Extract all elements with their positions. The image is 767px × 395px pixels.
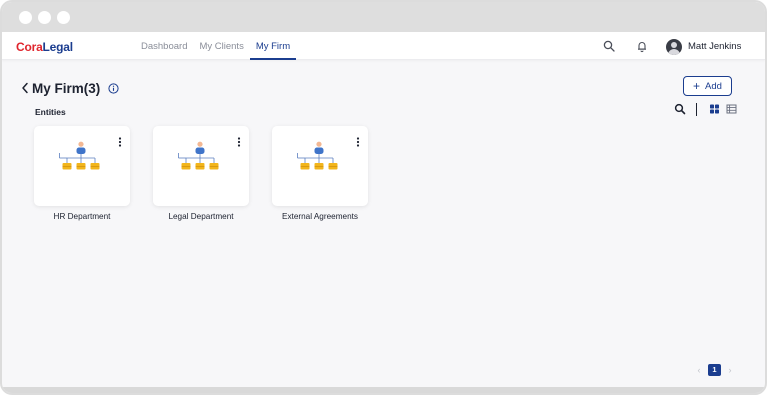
tab-dashboard[interactable]: Dashboard [135, 32, 193, 60]
grid-view-icon[interactable] [709, 102, 720, 116]
user-menu[interactable]: Matt Jenkins [666, 38, 741, 55]
window-bottom-bar [2, 387, 765, 393]
more-options-icon[interactable] [118, 137, 122, 147]
entity-card-label[interactable]: HR Department [22, 212, 142, 221]
page-header: My Firm(3) [20, 80, 119, 96]
toolbar-divider [696, 103, 697, 116]
add-button-label: Add [705, 80, 722, 92]
window-control-dot[interactable] [38, 11, 51, 24]
app-header: CoraLegal Dashboard My Clients My Firm M… [2, 32, 765, 60]
logo-text-cora: Cora [16, 40, 43, 54]
entity-card-label[interactable]: External Agreements [260, 212, 380, 221]
app-logo[interactable]: CoraLegal [16, 40, 73, 54]
main-nav: Dashboard My Clients My Firm [135, 32, 297, 60]
page-title: My Firm(3) [32, 80, 101, 96]
org-chart-icon [297, 141, 338, 170]
prev-page-icon[interactable]: ‹ [694, 365, 704, 375]
tab-my-clients[interactable]: My Clients [193, 32, 249, 60]
bell-icon[interactable] [635, 39, 649, 53]
window-titlebar [2, 2, 765, 32]
next-page-icon[interactable]: › [725, 365, 735, 375]
tab-my-firm[interactable]: My Firm [249, 32, 297, 60]
org-chart-icon [178, 141, 219, 170]
entity-card-external-agreements[interactable] [272, 126, 368, 206]
search-icon[interactable] [674, 102, 686, 116]
back-chevron-icon[interactable] [20, 81, 30, 95]
entity-card-label[interactable]: Legal Department [141, 212, 261, 221]
avatar [666, 38, 682, 55]
add-button[interactable]: + Add [683, 76, 732, 96]
window-control-dot[interactable] [19, 11, 32, 24]
section-label: Entities [35, 107, 66, 117]
user-name: Matt Jenkins [688, 41, 742, 52]
org-chart-icon [59, 141, 100, 170]
more-options-icon[interactable] [356, 137, 360, 147]
plus-icon: + [693, 79, 701, 93]
more-options-icon[interactable] [237, 137, 241, 147]
window-control-dot[interactable] [57, 11, 70, 24]
pagination: ‹ 1 › [694, 364, 735, 376]
search-icon[interactable] [602, 39, 616, 53]
logo-text-legal: Legal [42, 40, 74, 54]
browser-window: CoraLegal Dashboard My Clients My Firm M… [0, 0, 767, 395]
entity-card-legal-department[interactable] [153, 126, 249, 206]
entity-card-hr-department[interactable] [34, 126, 130, 206]
list-view-icon[interactable] [726, 102, 737, 116]
info-icon[interactable] [108, 82, 119, 94]
page-number-current[interactable]: 1 [708, 364, 721, 376]
